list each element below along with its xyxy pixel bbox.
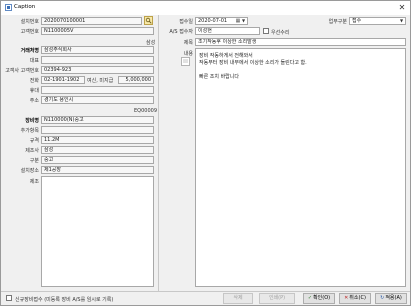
memo-left-label: 제조 bbox=[29, 179, 39, 185]
subject-label: 제목 bbox=[183, 40, 193, 46]
contact-label: 전화 bbox=[29, 78, 39, 84]
content-line: 빠른 조치 바랍니다 bbox=[199, 74, 239, 80]
print-button[interactable]: 인쇄(P) bbox=[259, 293, 295, 304]
chevron-down-icon[interactable]: ▼ bbox=[240, 18, 247, 24]
window-title: Caption bbox=[14, 4, 36, 10]
category-label: 구분 bbox=[29, 158, 39, 164]
close-icon[interactable]: ✕ bbox=[396, 2, 408, 13]
apply-button[interactable]: ↻적용(A) bbox=[375, 293, 407, 304]
location-field[interactable]: 제1공장 bbox=[41, 166, 154, 174]
title-bar: Caption ✕ bbox=[1, 1, 410, 15]
search-icon bbox=[145, 17, 152, 24]
receiver-label: A/S 접수자 bbox=[169, 29, 193, 35]
apply-icon: ↻ bbox=[380, 295, 385, 301]
content-textarea[interactable]: 장비 작동하게서 전해와서 작동부터 장비 내부에서 이상한 소리가 들린다고 … bbox=[195, 48, 406, 287]
phone-label: 고객사 고객번호 bbox=[5, 68, 39, 74]
client-label: 거래처명 bbox=[20, 48, 39, 54]
content-label: 내용 bbox=[183, 51, 193, 57]
model-field[interactable]: N110000(N)중고 bbox=[41, 116, 154, 124]
model-label: 장비명 bbox=[25, 118, 39, 124]
cancel-icon: ✕ bbox=[344, 295, 349, 301]
search-button[interactable] bbox=[144, 16, 153, 25]
cancel-button-label: 취소(C) bbox=[349, 295, 366, 301]
size-field[interactable]: 11.2M bbox=[41, 136, 154, 144]
urgent-label: 우선수리 bbox=[271, 30, 290, 36]
type-value: 접수 bbox=[352, 18, 362, 24]
location-label: 설치장소 bbox=[20, 168, 39, 174]
panel-divider bbox=[158, 15, 159, 291]
serial-tag: EQ00009 bbox=[134, 108, 158, 114]
item-field[interactable] bbox=[41, 126, 154, 134]
memo-left-field[interactable] bbox=[41, 176, 154, 287]
limit-field[interactable]: 5,000,000 bbox=[118, 76, 154, 84]
dialog-window: Caption ✕ 설치번호 2020070100001 고객번호 N11000… bbox=[0, 0, 411, 306]
category-field[interactable]: 중고 bbox=[41, 156, 154, 164]
print-button-label: 인쇄(P) bbox=[268, 295, 286, 301]
customer-no-field[interactable]: N1100005V bbox=[41, 27, 154, 35]
item-label: 추가항목 bbox=[20, 128, 39, 134]
content-line: 작동부터 장비 내부에서 이상한 소리가 들린다고 함. bbox=[199, 60, 307, 66]
type-select[interactable]: 접수 ▼ bbox=[349, 17, 406, 25]
ok-button-label: 확인(O) bbox=[313, 295, 331, 301]
contact-field[interactable]: 02-1901-1902 bbox=[41, 76, 85, 84]
maker-field[interactable]: 삼성 bbox=[41, 146, 154, 154]
delete-button-label: 삭제 bbox=[233, 295, 243, 301]
type-label: 업무구분 bbox=[328, 19, 347, 25]
mobile-label: 휴대 bbox=[29, 88, 39, 94]
equip-no-field[interactable]: 2020070100001 bbox=[41, 17, 142, 25]
urgent-checkbox[interactable] bbox=[263, 28, 269, 34]
content-line: 장비 작동하게서 전해와서 bbox=[199, 53, 253, 59]
client-name-field[interactable]: 삼성주식회사 bbox=[41, 46, 154, 54]
maker-label: 제조사 bbox=[25, 148, 39, 154]
date-value: 2020-07-01 bbox=[198, 18, 228, 24]
check-icon: ✓ bbox=[307, 295, 313, 301]
limit-label: 여신, 미지급 bbox=[87, 78, 114, 84]
ok-button[interactable]: ✓확인(O) bbox=[303, 293, 335, 304]
rep-label: 대표 bbox=[29, 58, 39, 64]
app-icon bbox=[5, 4, 12, 11]
address-field[interactable]: 경기도 용인시 bbox=[41, 96, 154, 104]
apply-button-label: 적용(A) bbox=[385, 295, 402, 301]
date-label: 접수일 bbox=[179, 19, 193, 25]
customer-no-label: 고객번호 bbox=[20, 29, 39, 35]
phone-field[interactable]: 02394-923 bbox=[41, 66, 154, 74]
rep-field[interactable] bbox=[41, 56, 154, 64]
address-label: 주소 bbox=[29, 98, 39, 104]
size-label: 규격 bbox=[29, 138, 39, 144]
corner-tag: 삼성 bbox=[146, 40, 156, 46]
cancel-button[interactable]: ✕취소(C) bbox=[339, 293, 371, 304]
subject-field[interactable]: 조기작동후 이상한 소리발생 bbox=[195, 38, 406, 46]
receiver-field[interactable]: 이성현 bbox=[195, 27, 260, 35]
mobile-field[interactable] bbox=[41, 86, 154, 94]
new-equip-checkbox[interactable] bbox=[6, 295, 12, 301]
footer-divider bbox=[1, 291, 410, 292]
new-equip-label: 신규장비접수 (미등록 장비 A/S를 임시로 기록) bbox=[15, 297, 114, 303]
date-picker[interactable]: 2020-07-01 ▦ ▼ bbox=[195, 17, 248, 25]
chevron-down-icon[interactable]: ▼ bbox=[398, 18, 405, 24]
note-icon[interactable] bbox=[181, 57, 190, 66]
equip-no-label: 설치번호 bbox=[20, 19, 39, 25]
delete-button[interactable]: 삭제 bbox=[223, 293, 253, 304]
